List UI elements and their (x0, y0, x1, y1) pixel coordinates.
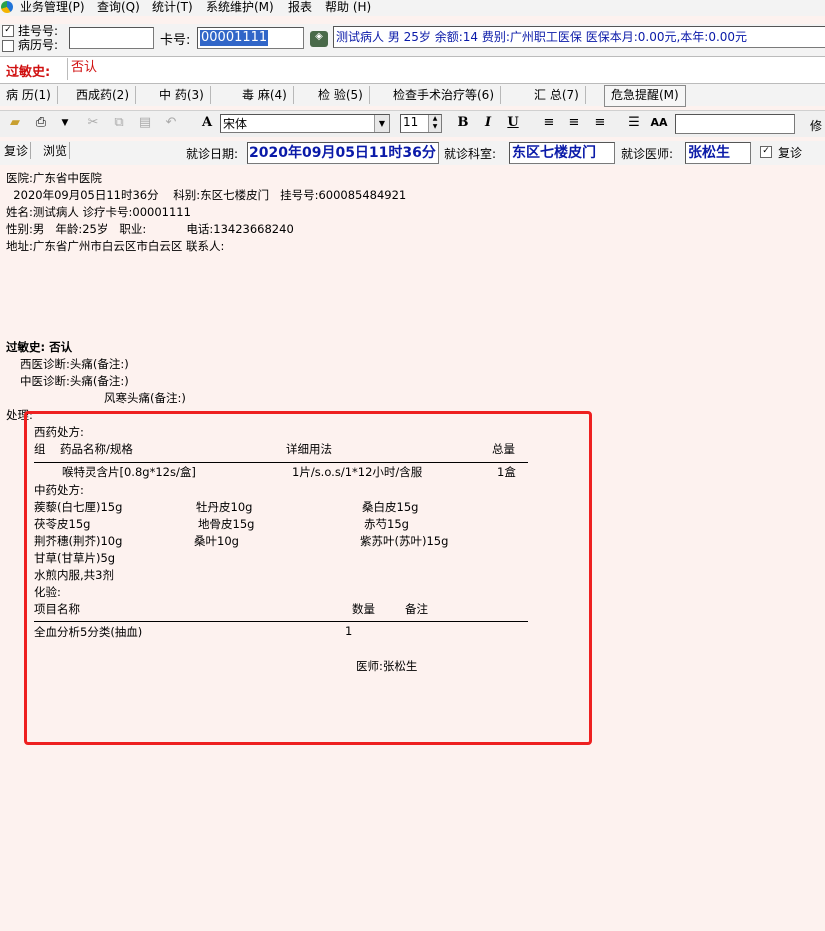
underline-icon[interactable]: U (504, 114, 522, 132)
patient-info: 测试病人 男 25岁 余额:14 费别:广州职工医保 医保本月:0.00元,本年… (333, 26, 825, 48)
record-sex-line: 性别:男 年龄:25岁 职业: 电话:13423668240 (6, 222, 294, 236)
allergy-label: 过敏史: (6, 65, 51, 80)
copy-icon[interactable]: ⧉ (110, 114, 128, 132)
app-logo-icon (1, 1, 13, 13)
check-icon: ✓ (2, 24, 14, 37)
bold-icon[interactable]: B (454, 114, 472, 132)
menu-system[interactable]: 系统维护(M) (206, 0, 274, 14)
visit-info-bar: 复诊 浏览 就诊日期: 2020年09月05日11时36分 就诊科室: 东区七楼… (0, 141, 825, 165)
visit-date-field[interactable]: 2020年09月05日11时36分 (247, 142, 439, 164)
tab-summary[interactable]: 汇 总(7) (528, 86, 586, 104)
tab-west-medicine[interactable]: 西成药(2) (70, 86, 136, 104)
allergy-bar: 过敏史: 否认 (0, 56, 825, 84)
revisit-check-label: 复诊 (778, 146, 803, 160)
menu-query[interactable]: 查询(Q) (97, 0, 140, 14)
tab-record[interactable]: 病 历(1) (0, 86, 58, 104)
align-right-icon[interactable]: ≡ (591, 114, 609, 132)
print-icon[interactable]: ⎙ (32, 114, 50, 132)
visit-date-value: 2020年09月05日11时36分 (249, 145, 436, 161)
check-icon: ✓ (760, 145, 772, 158)
font-size-stepper[interactable]: 11 ▲ ▼ (400, 114, 442, 133)
menu-business[interactable]: 业务管理(P) (20, 0, 85, 14)
card-input[interactable]: 00001111 (197, 27, 304, 49)
tcm-diagnosis-2: 风寒头痛(备注:) (104, 391, 186, 405)
tab-chinese-medicine[interactable]: 中 药(3) (153, 86, 211, 104)
allergy-value: 否认 (71, 60, 98, 75)
menu-bar: 业务管理(P) 查询(Q) 统计(T) 系统维护(M) 报表 帮助 (H) (0, 0, 825, 16)
font-size-value: 11 (403, 115, 419, 129)
menu-help[interactable]: 帮助 (H) (325, 0, 371, 14)
card-reader-icon[interactable]: ◈ (310, 31, 328, 47)
record-name-line: 姓名:测试病人 诊疗卡号:00001111 (6, 205, 191, 219)
toolbar-field[interactable] (675, 114, 795, 134)
font-name-value: 宋体 (223, 117, 248, 131)
record-no-label: 病历号: (18, 38, 59, 52)
menu-stats[interactable]: 统计(T) (152, 0, 193, 14)
card-value: 00001111 (200, 30, 269, 46)
revisit-checkbox[interactable]: ✓ (760, 144, 772, 158)
highlight-box (24, 411, 592, 745)
tab-narcotics[interactable]: 毒 麻(4) (236, 86, 294, 104)
menu-reports[interactable]: 报表 (288, 0, 312, 14)
font-name-select[interactable]: 宋体 ▼ (220, 114, 390, 133)
record-address-line: 地址:广东省广州市白云区市白云区 联系人: (6, 239, 225, 253)
font-color-icon[interactable]: AA (650, 114, 668, 132)
tcm-diagnosis: 中医诊断:头痛(备注:) (20, 374, 129, 388)
bullet-list-icon[interactable]: ☰ (625, 114, 643, 132)
record-no-checkbox[interactable] (2, 38, 14, 52)
critical-alert-button[interactable]: 危急提醒(M) (604, 85, 686, 107)
italic-icon[interactable]: I (479, 114, 497, 132)
tab-exam-surgery[interactable]: 检查手术治疗等(6) (387, 86, 501, 104)
editor-toolbar: ▰ ⎙ ▼ ✂ ⧉ ▤ ↶ A 宋体 ▼ 11 ▲ ▼ B I U ≡ ≡ ≡ ☰… (0, 110, 825, 137)
dept-label: 就诊科室: (444, 147, 497, 161)
doctor-value: 张松生 (688, 145, 730, 161)
font-icon: A (201, 115, 213, 130)
record-visit-line: 2020年09月05日11时36分 科别:东区七楼皮门 挂号号:60008548… (6, 188, 407, 202)
reg-no-checkbox[interactable]: ✓ (2, 23, 14, 37)
allergy-input[interactable]: 否认 (67, 58, 824, 80)
tab-lab[interactable]: 检 验(5) (312, 86, 370, 104)
browse-button[interactable]: 浏览 (41, 142, 71, 159)
chevron-down-icon[interactable]: ▼ (374, 115, 389, 132)
doctor-field[interactable]: 张松生 (685, 142, 751, 164)
card-label: 卡号: (160, 33, 191, 48)
west-diagnosis: 西医诊断:头痛(备注:) (20, 357, 129, 371)
edit-button[interactable]: 修 (810, 117, 822, 134)
record-hospital: 医院:广东省中医院 (6, 171, 102, 185)
align-left-icon[interactable]: ≡ (540, 114, 558, 132)
spinner-icon[interactable]: ▲ ▼ (428, 115, 441, 132)
align-center-icon[interactable]: ≡ (565, 114, 583, 132)
dept-value: 东区七楼皮门 (512, 145, 596, 161)
reg-no-input[interactable] (69, 27, 154, 49)
revisit-button[interactable]: 复诊 (2, 142, 32, 159)
cut-icon[interactable]: ✂ (84, 114, 102, 132)
open-folder-icon[interactable]: ▰ (6, 114, 24, 132)
dept-field[interactable]: 东区七楼皮门 (509, 142, 615, 164)
print-dropdown-icon[interactable]: ▼ (56, 114, 74, 132)
registration-row: ✓ 挂号号: 病历号: 卡号: 00001111 ◈ 测试病人 男 25岁 余额… (0, 24, 825, 56)
doctor-label: 就诊医师: (621, 147, 674, 161)
visit-date-label: 就诊日期: (186, 147, 239, 161)
record-allergy: 过敏史: 否认 (6, 340, 73, 354)
undo-icon[interactable]: ↶ (162, 114, 180, 132)
tab-strip: 病 历(1) 西成药(2) 中 药(3) 毒 麻(4) 检 验(5) 检查手术治… (0, 84, 825, 107)
paste-icon[interactable]: ▤ (136, 114, 154, 132)
